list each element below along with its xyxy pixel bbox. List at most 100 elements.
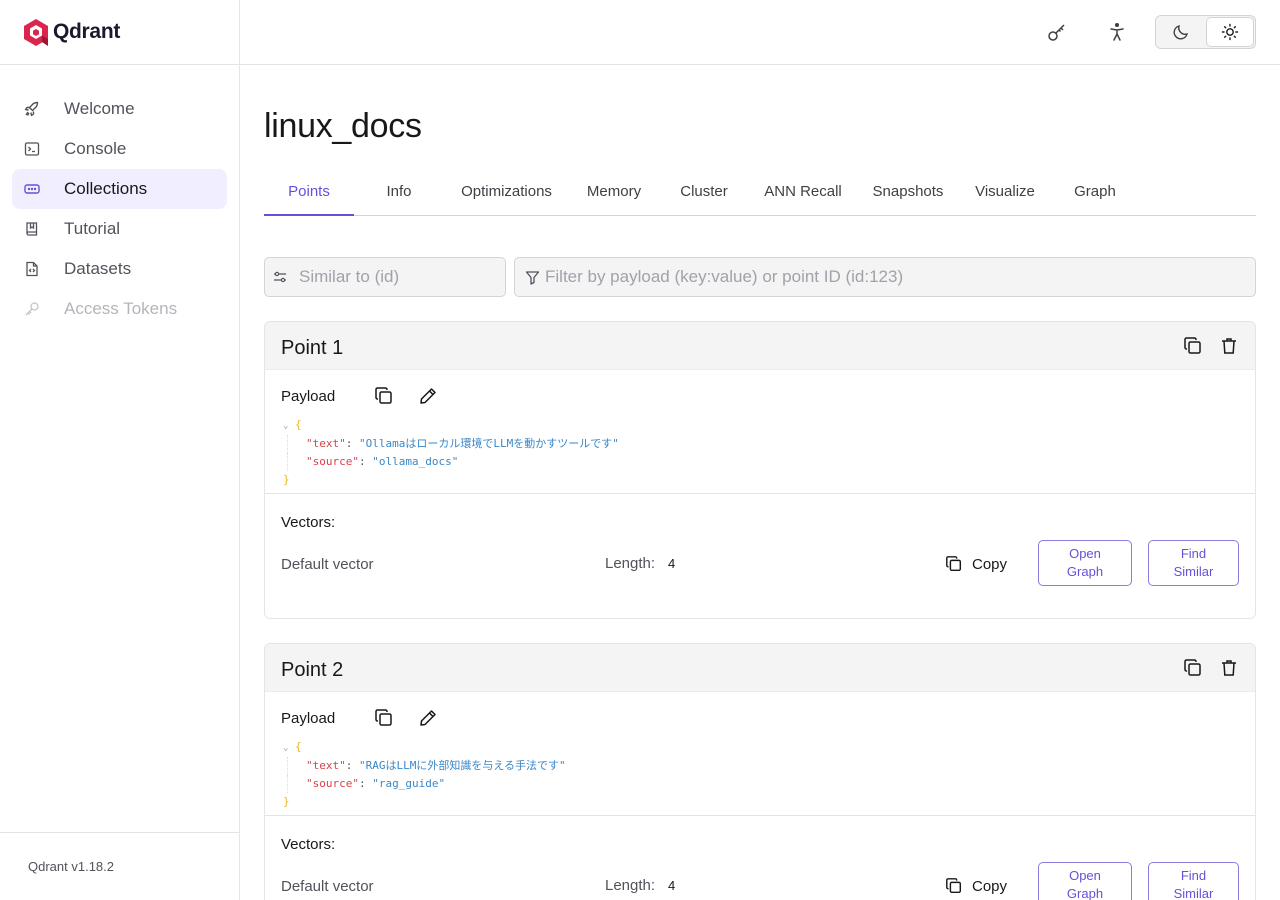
file-code-icon [24, 261, 40, 277]
trash-icon [1222, 660, 1236, 676]
json-line: "source": "ollama_docs" [287, 453, 619, 471]
filter-icon [525, 270, 540, 285]
vectors-section: Vectors: Default vector Length: 4 Copy O… [265, 816, 1255, 900]
sidebar-item-label: Console [64, 139, 127, 158]
pencil-icon [420, 388, 436, 404]
sidebar-item-collections[interactable]: Collections [12, 169, 227, 209]
logo-text: Qdrant [53, 20, 121, 43]
sidebar-item-datasets[interactable]: Datasets [12, 249, 227, 289]
collections-icon [24, 181, 40, 197]
json-open: ⌄ { [283, 738, 566, 757]
point-card: Point 1 Payload ⌄ { "text": "Ollamaはローカル… [264, 321, 1256, 619]
json-close: } [283, 471, 619, 489]
tab-visualize[interactable]: Visualize [968, 175, 1042, 216]
similar-search-box [264, 257, 506, 297]
vectors-label: Vectors: [281, 514, 336, 531]
top-bar [240, 0, 1280, 65]
copy-icon [375, 387, 392, 404]
delete-point-button[interactable] [1217, 334, 1241, 358]
sidebar: Qdrant Welcome Console Collections Tutor… [0, 0, 240, 900]
sidebar-item-welcome[interactable]: Welcome [12, 89, 227, 129]
json-colon: : [358, 777, 373, 790]
sidebar-item-label: Datasets [64, 259, 132, 278]
tab-bar: Points Info Optimizations Memory Cluster… [264, 175, 1256, 216]
tab-graph[interactable]: Graph [1062, 175, 1128, 216]
json-open: ⌄ { [283, 416, 619, 435]
open-graph-button[interactable]: Open Graph [1038, 540, 1132, 586]
sidebar-item-tutorial[interactable]: Tutorial [12, 209, 227, 249]
copy-icon [946, 878, 962, 894]
find-similar-button[interactable]: Find Similar [1148, 540, 1239, 586]
sidebar-item-label: Collections [64, 179, 148, 198]
qdrant-logo-icon [24, 19, 48, 46]
tab-memory[interactable]: Memory [578, 175, 650, 216]
tab-optimizations[interactable]: Optimizations [454, 175, 559, 216]
point-header: Point 2 [265, 644, 1255, 692]
tab-cluster[interactable]: Cluster [670, 175, 738, 216]
sidebar-item-label: Access Tokens [64, 299, 178, 318]
json-brace: { [295, 740, 302, 753]
copy-vector-button[interactable]: Copy [945, 552, 1007, 576]
sidebar-item-console[interactable]: Console [12, 129, 227, 169]
point-title: Point 1 [281, 337, 344, 359]
logo[interactable]: Qdrant [0, 0, 239, 65]
json-key: "text" [306, 759, 346, 772]
tab-points[interactable]: Points [264, 175, 354, 216]
key-icon [1048, 24, 1065, 41]
copy-payload-button[interactable] [372, 706, 396, 730]
similar-input[interactable] [299, 267, 505, 287]
edit-payload-button[interactable] [416, 384, 440, 408]
copy-icon [1184, 337, 1201, 354]
json-value: "rag_guide" [372, 777, 446, 790]
json-value: "Ollamaはローカル環境でLLMを動かすツールです" [359, 437, 619, 450]
tab-snapshots[interactable]: Snapshots [866, 175, 950, 216]
payload-section: Payload ⌄ { "text": "Ollamaはローカル環境でLLMを動… [265, 370, 1255, 494]
terminal-icon [24, 141, 40, 157]
point-header: Point 1 [265, 322, 1255, 370]
json-key: "text" [306, 437, 346, 450]
dark-theme-button[interactable] [1156, 16, 1206, 48]
trash-icon [1222, 338, 1236, 354]
vectors-label: Vectors: [281, 836, 336, 853]
pencil-icon [420, 710, 436, 726]
payload-json: ⌄ { "text": "Ollamaはローカル環境でLLMを動かすツールです"… [283, 416, 619, 489]
sidebar-item-label: Welcome [64, 99, 135, 118]
edit-payload-button[interactable] [416, 706, 440, 730]
filter-input[interactable] [545, 267, 1255, 287]
light-theme-button[interactable] [1206, 17, 1254, 47]
open-graph-button[interactable]: Open Graph [1038, 862, 1132, 900]
vector-length-label: Length: [605, 555, 656, 572]
json-colon: : [358, 455, 373, 468]
copy-point-button[interactable] [1181, 656, 1205, 680]
vector-length-label: Length: [605, 877, 656, 894]
tab-info[interactable]: Info [364, 175, 434, 216]
rocket-icon [24, 101, 40, 117]
collapse-caret-icon[interactable]: ⌄ [283, 421, 288, 431]
accessibility-button[interactable] [1105, 20, 1129, 44]
json-colon: : [345, 759, 359, 772]
sidebar-nav: Welcome Console Collections Tutorial Dat… [0, 65, 239, 329]
tab-ann-recall[interactable]: ANN Recall [758, 175, 848, 216]
book-icon [24, 221, 40, 237]
copy-icon [375, 709, 392, 726]
json-line: "text": "Ollamaはローカル環境でLLMを動かすツールです" [287, 435, 619, 453]
moon-icon [1173, 24, 1189, 40]
copy-vector-button[interactable]: Copy [945, 874, 1007, 898]
collapse-caret-icon[interactable]: ⌄ [283, 743, 288, 753]
json-colon: : [345, 437, 359, 450]
api-key-button[interactable] [1045, 20, 1069, 44]
copy-icon [1184, 659, 1201, 676]
accessibility-icon [1110, 22, 1124, 41]
json-brace: } [283, 473, 290, 486]
search-row [264, 257, 1256, 297]
copy-payload-button[interactable] [372, 384, 396, 408]
copy-label: Copy [972, 877, 1008, 895]
copy-point-button[interactable] [1181, 334, 1205, 358]
find-similar-button[interactable]: Find Similar [1148, 862, 1239, 900]
copy-icon [946, 556, 962, 572]
sidebar-item-access-tokens[interactable]: Access Tokens [12, 289, 227, 329]
theme-toggle [1155, 15, 1256, 49]
json-brace: { [295, 418, 302, 431]
delete-point-button[interactable] [1217, 656, 1241, 680]
vector-name: Default vector [281, 878, 374, 895]
